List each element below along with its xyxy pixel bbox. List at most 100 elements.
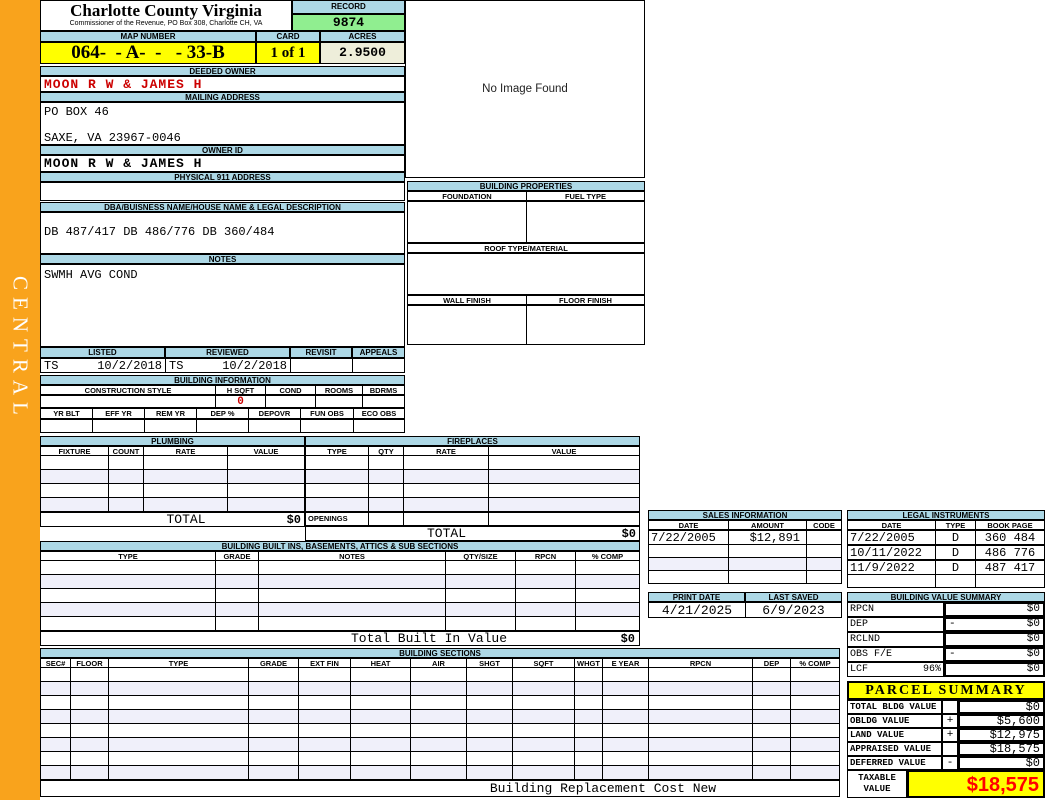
print-date-value: 4/21/2025 [649,603,746,617]
region-banner: CENTRAL [0,0,40,800]
fireplaces-headers: TYPE QTY RATE VALUE [305,446,640,456]
building-properties-boxes1 [407,201,645,243]
empty-table-row [648,545,842,558]
county-subtitle: Commissioner of the Revenue, PO Box 308,… [69,20,263,27]
mailing-address-box: PO BOX 46 SAXE, VA 23967-0046 [40,102,405,145]
bvs-rpcn-value: $0 [1026,603,1040,615]
sec-label: SEC# [41,659,71,667]
last-saved-label: LAST SAVED [745,592,842,602]
listed-by: TS [44,359,59,372]
parcel-op: + [942,728,958,742]
construction-style-value [41,396,216,407]
legal-date-label: DATE [848,521,936,529]
building-sections-headers: SEC# FLOOR TYPE GRADE EXT FIN HEAT AIR S… [40,658,840,668]
heat-label: HEAT [351,659,411,667]
sectype-label: TYPE [109,659,249,667]
fireplaces-type-label: TYPE [306,447,369,455]
plumbing-value-label: VALUE [253,447,279,455]
card-label: CARD [256,31,320,42]
legal-type: D [936,546,976,559]
openings-label: OPENINGS [306,513,369,525]
plumbing-fixture-label: FIXTURE [41,447,109,455]
appeals-label: APPEALS [352,347,405,358]
hsqft-label: H SQFT [216,386,266,394]
legal-row: 10/11/2022 D 486 776 [847,545,1045,560]
empty-table-row [40,603,640,617]
parcel-op: + [942,714,958,728]
eyear-label: E YEAR [603,659,649,667]
roof-value [407,253,645,295]
bvs-row: OBS F/E - $0 [847,647,1045,662]
parcel-op: - [942,756,958,770]
fuel-type-value [527,202,644,242]
secrpcn-label: RPCN [649,659,753,667]
listed-value: TS 10/2/2018 [41,359,166,372]
obldg-value-label: OBLDG VALUE [847,714,942,728]
built-ins-headers: TYPE GRADE NOTES QTY/SIZE RPCN % COMP [40,551,640,561]
wall-finish-value [408,306,527,344]
built-ins-total-row: Total Built In Value $0 [40,631,640,646]
parcel-row: LAND VALUE + $12,975 [847,728,1045,742]
appeals-value [353,359,404,372]
empty-table-row [40,738,840,752]
sales-information-title: SALES INFORMATION [648,510,842,520]
appraised-value: $18,575 [958,742,1045,756]
empty-table-row [40,724,840,738]
legal-row: 7/22/2005 D 360 484 [847,530,1045,545]
owner-id-label: OWNER ID [40,145,405,155]
bvs-dep-label: DEP [850,619,869,630]
legal-type: D [936,531,976,544]
building-info-style-values: 0 [40,395,405,408]
builtins-notes-label: NOTES [259,552,446,560]
last-saved-value: 6/9/2023 [762,603,825,617]
bvs-rclnd-value: $0 [1026,633,1040,645]
whgt-label: WHGT [575,659,603,667]
deferred-value-label: DEFERRED VALUE [847,756,942,770]
reviewed-by: TS [169,359,184,372]
image-panel: No Image Found [405,0,645,178]
shgt-label: SHGT [467,659,513,667]
builtins-type-label: TYPE [41,552,216,560]
sales-code [807,531,841,544]
bvs-rclnd-label: RCLND [850,634,881,645]
legal-instruments-title: LEGAL INSTRUMENTS [847,510,1045,520]
bvs-lcf-label: LCF [850,664,869,675]
visits-value-row: TS 10/2/2018 TS 10/2/2018 [40,358,405,373]
hsqft-value: 0 [216,396,266,407]
parcel-row: DEFERRED VALUE - $0 [847,756,1045,770]
builtins-qtysize-label: QTY/SIZE [446,552,516,560]
fireplaces-title: FIREPLACES [305,436,640,446]
bvs-lcf-value: $0 [1026,663,1040,675]
extfin-label: EXT FIN [299,659,351,667]
fireplaces-qty-label: QTY [369,447,404,455]
effyr-label: EFF YR [93,409,145,418]
bvs-obsfe-label: OBS F/E [850,649,893,660]
legal-type: D [936,561,976,574]
empty-table-row [40,561,640,575]
total-bldg-value: $0 [958,700,1045,714]
builtins-rpcn-label: RPCN [516,552,576,560]
foundation-label: FOUNDATION [408,192,527,200]
building-sections-empty-rows [40,668,840,780]
legal-row: 11/9/2022 D 487 417 [847,560,1045,575]
bvs-row: RPCN $0 [847,602,1045,617]
remyr-label: REM YR [145,409,197,418]
fireplaces-total-label: TOTAL [426,526,466,541]
legal-headers: DATE TYPE BOOK PAGE [847,520,1045,530]
bvs-row: DEP - $0 [847,617,1045,632]
secgrade-label: GRADE [249,659,299,667]
empty-table-row [40,696,840,710]
parcel-row: OBLDG VALUE + $5,600 [847,714,1045,728]
sales-date-label: DATE [649,521,729,529]
building-properties-headers2: WALL FINISH FLOOR FINISH [407,295,645,305]
funobs-label: FUN OBS [301,409,354,418]
empty-table-row [305,498,640,512]
sqft-label: SQFT [513,659,575,667]
plumbing-count-label: COUNT [109,447,144,455]
revisit-label: REVISIT [290,347,352,358]
record-value: 9874 [292,14,405,31]
parcel-op [942,742,958,756]
bvs-op: - [949,648,956,660]
ecoobs-label: ECO OBS [361,409,397,418]
cond-label: COND [266,386,316,394]
